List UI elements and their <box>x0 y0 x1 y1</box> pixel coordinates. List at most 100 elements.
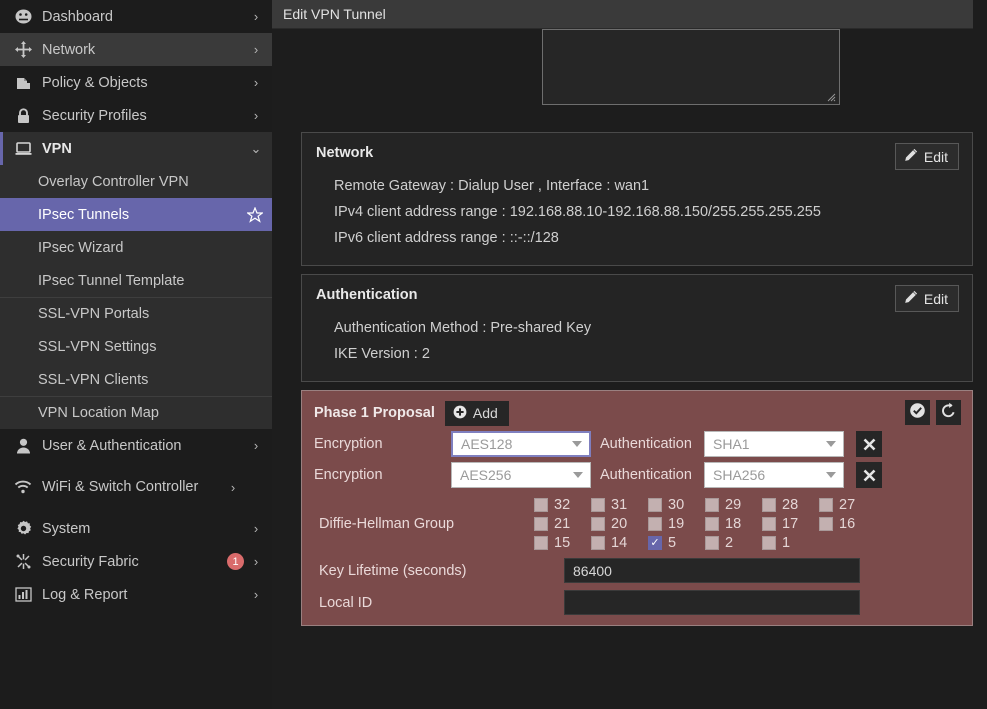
authentication-row-ike-version: IKE Version : 2 <box>334 346 430 362</box>
dh-checkbox-1[interactable]: 1 <box>762 535 819 551</box>
network-row-ipv6-range: IPv6 client address range : ::-::/128 <box>334 230 559 246</box>
sidebar-item-overlay-controller-vpn[interactable]: Overlay Controller VPN <box>0 165 272 198</box>
dh-checkbox-16[interactable]: 16 <box>819 516 876 532</box>
dh-number: 2 <box>725 535 734 551</box>
dh-number: 14 <box>611 535 628 551</box>
checkbox-box <box>591 517 605 531</box>
gauge-icon <box>12 8 34 26</box>
check-icon: ✓ <box>650 536 660 549</box>
sidebar-item-ipsec-wizard[interactable]: IPsec Wizard <box>0 231 272 264</box>
dh-row: 21 20 19 18 17 16 <box>534 516 876 532</box>
resize-handle-icon[interactable] <box>827 93 836 102</box>
dh-checkbox-32[interactable]: 32 <box>534 497 591 513</box>
sidebar-item-ssl-vpn-portals[interactable]: SSL-VPN Portals <box>0 297 272 330</box>
checkbox-box <box>762 498 776 512</box>
chevron-right-icon: › <box>253 554 259 569</box>
gear-icon <box>12 520 34 538</box>
sidebar-item-label: WiFi & Switch Controller <box>42 478 199 495</box>
comments-textarea[interactable] <box>542 29 840 105</box>
authentication-row-method: Authentication Method : Pre-shared Key <box>334 320 592 336</box>
dh-checkbox-29[interactable]: 29 <box>705 497 762 513</box>
sidebar-item-wifi-switch-controller[interactable]: WiFi & Switch Controller › <box>0 462 272 512</box>
local-id-label: Local ID <box>319 594 373 611</box>
sidebar-item-label: Network <box>42 41 96 58</box>
sidebar-item-label: VPN <box>42 140 72 157</box>
favorite-star-icon[interactable] <box>246 206 264 223</box>
encryption-select-1[interactable]: AES128 <box>451 431 591 457</box>
dh-checkbox-17[interactable]: 17 <box>762 516 819 532</box>
sidebar-item-system[interactable]: System › <box>0 512 272 545</box>
sidebar-subitem-label: IPsec Tunnels <box>38 206 130 223</box>
right-rail <box>973 0 987 709</box>
encryption-label: Encryption <box>314 467 383 483</box>
sidebar-subitem-label: VPN Location Map <box>38 405 159 421</box>
encryption-select-2[interactable]: AES256 <box>451 462 591 488</box>
comments-form-region <box>301 29 973 132</box>
sidebar-item-dashboard[interactable]: Dashboard › <box>0 0 272 33</box>
phase1-revert-button[interactable] <box>936 400 961 425</box>
dh-checkbox-30[interactable]: 30 <box>648 497 705 513</box>
sidebar-item-network[interactable]: Network › <box>0 33 272 66</box>
sidebar-item-security-fabric[interactable]: Security Fabric 1 › <box>0 545 272 578</box>
delete-proposal-button-1[interactable] <box>856 431 882 457</box>
local-id-input[interactable] <box>564 590 860 615</box>
dh-checkbox-19[interactable]: 19 <box>648 516 705 532</box>
dh-checkbox-2[interactable]: 2 <box>705 535 762 551</box>
sidebar-subitem-label: IPsec Tunnel Template <box>38 272 185 289</box>
dh-checkbox-14[interactable]: 14 <box>591 535 648 551</box>
network-panel-title: Network <box>316 145 374 161</box>
authentication-label: Authentication <box>600 467 692 483</box>
chevron-down-icon <box>826 472 836 478</box>
sidebar-subitem-label: IPsec Wizard <box>38 239 124 256</box>
page-title: Edit VPN Tunnel <box>283 6 386 22</box>
sidebar-item-policy-objects[interactable]: Policy & Objects › <box>0 66 272 99</box>
encryption-label: Encryption <box>314 436 383 452</box>
page-title-bar: Edit VPN Tunnel <box>272 0 987 29</box>
network-edit-label: Edit <box>923 148 948 165</box>
dh-checkbox-31[interactable]: 31 <box>591 497 648 513</box>
dh-number: 17 <box>782 516 799 532</box>
dh-checkbox-20[interactable]: 20 <box>591 516 648 532</box>
checkbox-box <box>819 498 833 512</box>
network-edit-button[interactable]: Edit <box>894 143 959 170</box>
dh-number: 27 <box>839 497 856 513</box>
sidebar-item-user-authentication[interactable]: User & Authentication › <box>0 429 272 462</box>
network-row-remote-gateway: Remote Gateway : Dialup User , Interface… <box>334 178 650 194</box>
sidebar-item-ssl-vpn-settings[interactable]: SSL-VPN Settings <box>0 330 272 363</box>
dh-checkbox-27[interactable]: 27 <box>819 497 876 513</box>
sidebar-item-security-profiles[interactable]: Security Profiles › <box>0 99 272 132</box>
checkbox-box <box>705 498 719 512</box>
dh-checkbox-18[interactable]: 18 <box>705 516 762 532</box>
authentication-edit-button[interactable]: Edit <box>894 285 959 312</box>
sidebar-item-vpn[interactable]: VPN ⌄ <box>0 132 272 165</box>
phase1-add-button[interactable]: Add <box>444 400 509 426</box>
chevron-right-icon: › <box>253 42 259 57</box>
status-badge: 1 <box>227 553 244 570</box>
dh-checkbox-21[interactable]: 21 <box>534 516 591 532</box>
phase1-apply-button[interactable] <box>905 400 930 425</box>
network-row-ipv4-range: IPv4 client address range : 192.168.88.1… <box>334 204 821 220</box>
phase1-add-label: Add <box>472 405 498 421</box>
sidebar-item-ipsec-tunnel-template[interactable]: IPsec Tunnel Template <box>0 264 272 297</box>
authentication-select-2[interactable]: SHA256 <box>704 462 844 488</box>
main-navigation-sidebar: Dashboard › Network › Policy & Objects ›… <box>0 0 272 709</box>
user-icon <box>12 437 34 455</box>
sidebar-item-vpn-location-map[interactable]: VPN Location Map <box>0 396 272 429</box>
dh-checkbox-28[interactable]: 28 <box>762 497 819 513</box>
dh-checkbox-5[interactable]: ✓ 5 <box>648 535 705 551</box>
sidebar-subitem-label: SSL-VPN Clients <box>38 371 149 388</box>
diffie-hellman-group-row: Diffie-Hellman Group 32 31 30 29 28 27 2… <box>314 497 960 551</box>
sidebar-item-ipsec-tunnels[interactable]: IPsec Tunnels <box>0 198 272 231</box>
dh-number: 21 <box>554 516 571 532</box>
key-lifetime-input[interactable]: 86400 <box>564 558 860 583</box>
authentication-select-1[interactable]: SHA1 <box>704 431 844 457</box>
dh-checkbox-15[interactable]: 15 <box>534 535 591 551</box>
delete-proposal-button-2[interactable] <box>856 462 882 488</box>
dh-number: 29 <box>725 497 742 513</box>
chevron-right-icon: › <box>253 108 259 123</box>
sidebar-item-ssl-vpn-clients[interactable]: SSL-VPN Clients <box>0 363 272 396</box>
key-lifetime-row: Key Lifetime (seconds) 86400 <box>314 558 960 583</box>
monitor-icon <box>12 140 34 158</box>
sidebar-item-log-report[interactable]: Log & Report › <box>0 578 272 611</box>
chevron-right-icon: › <box>253 438 259 453</box>
